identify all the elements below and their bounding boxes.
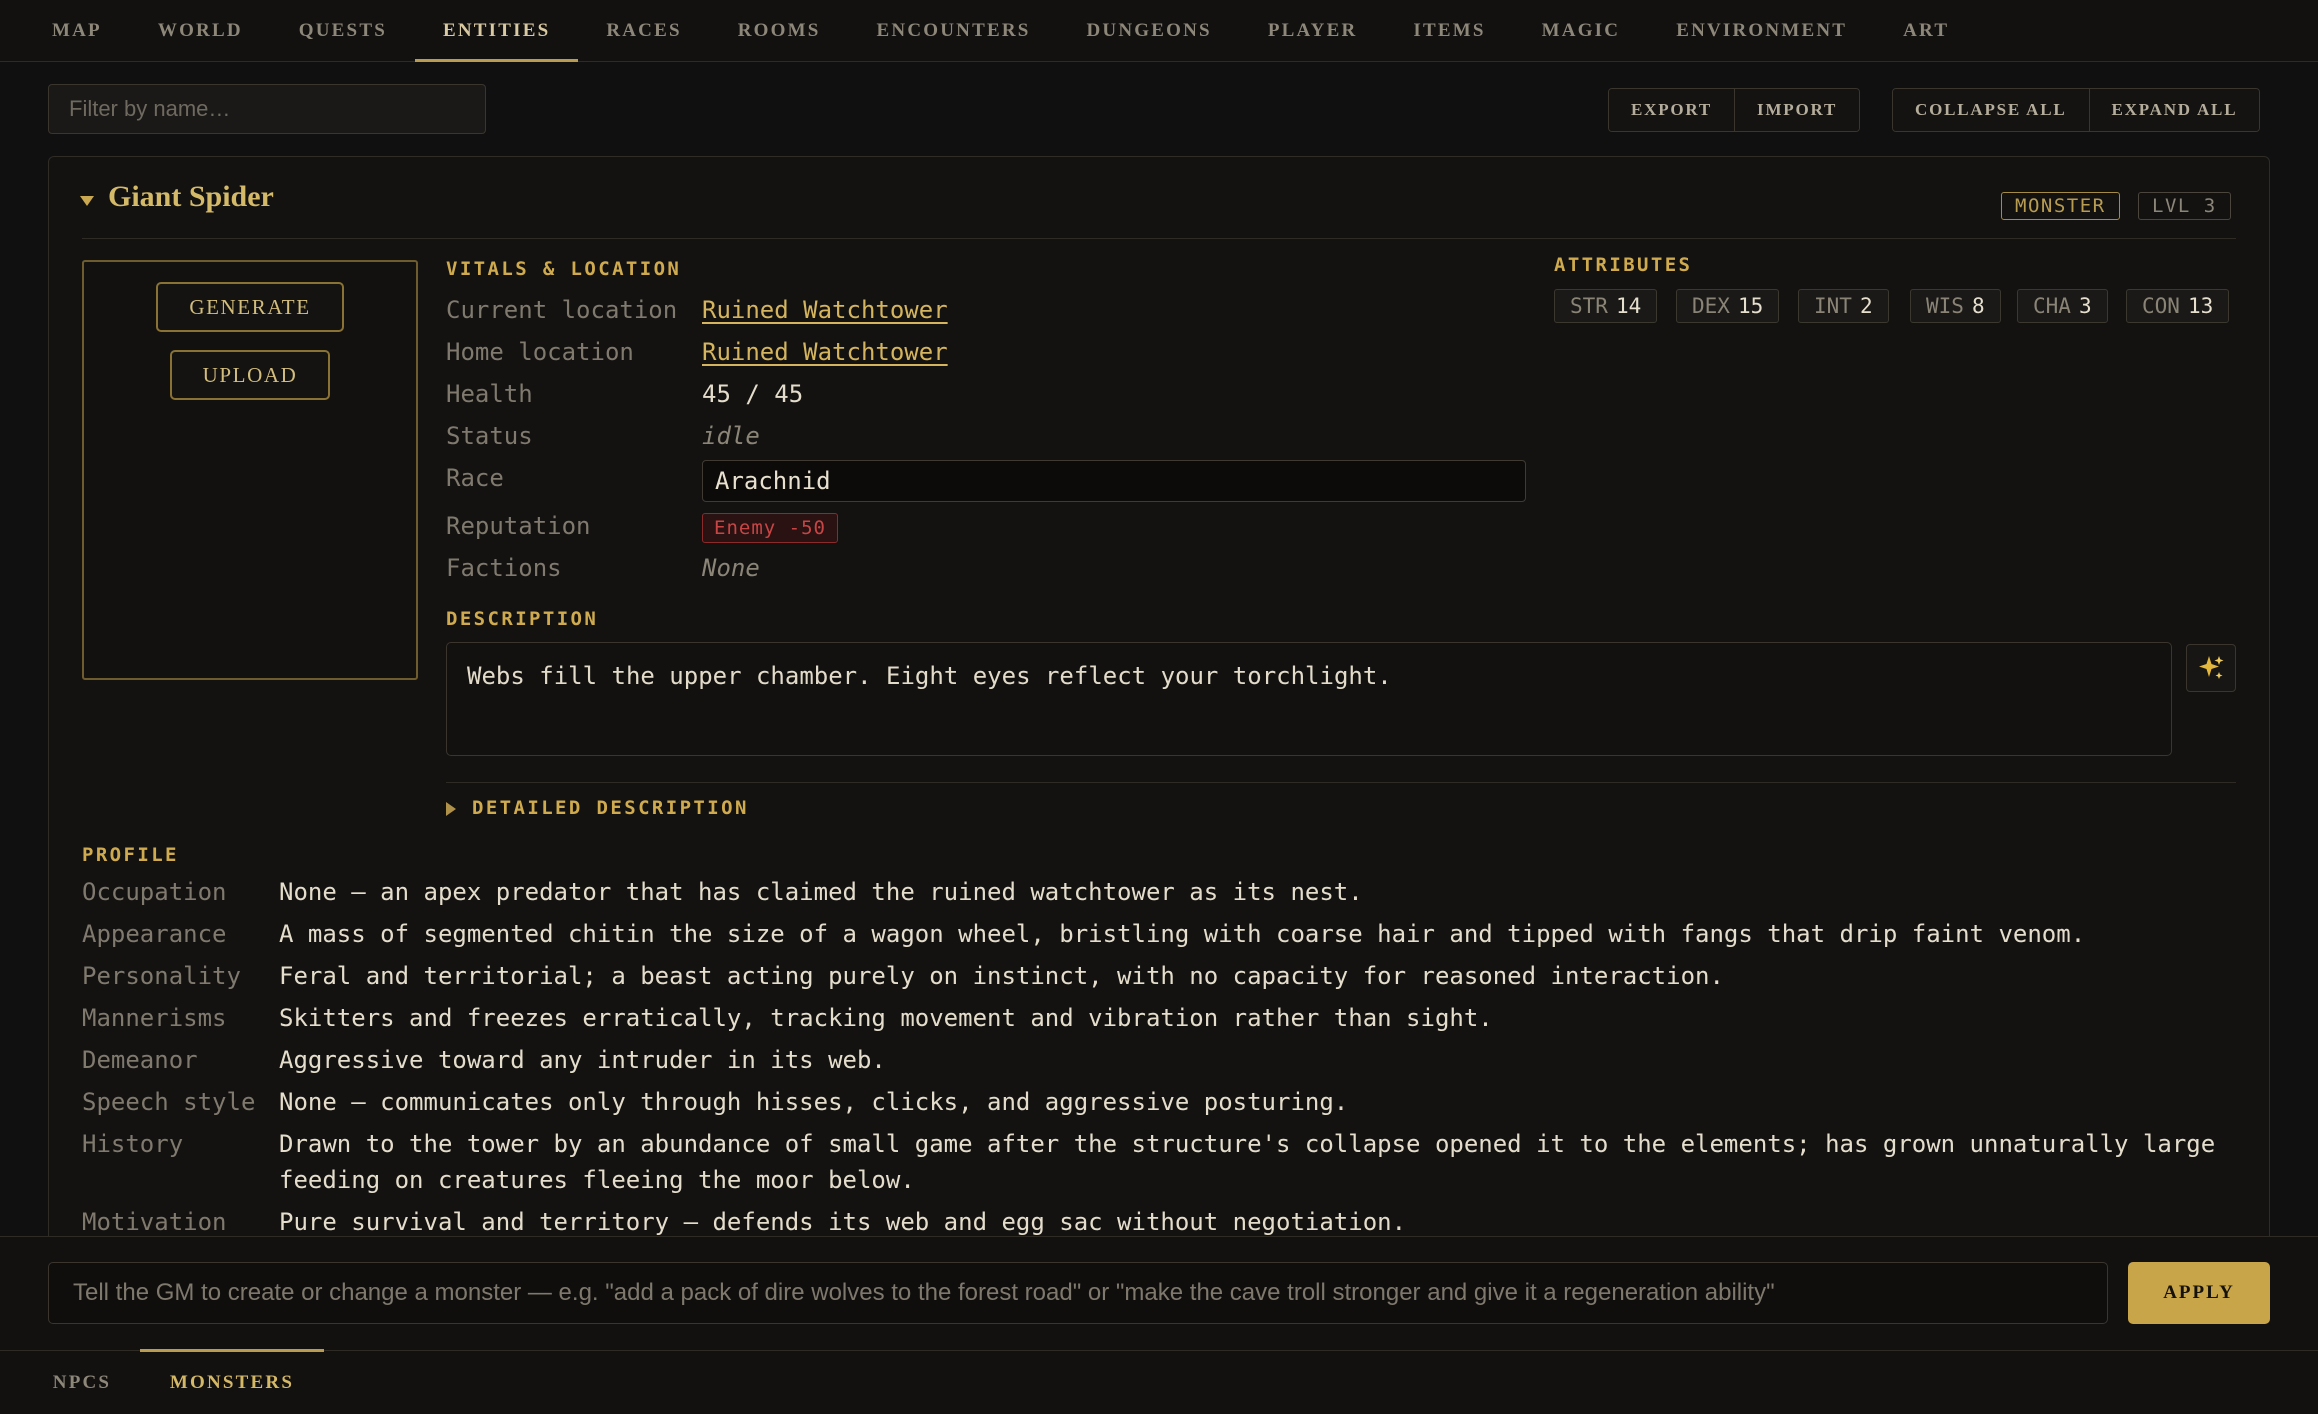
tab-player[interactable]: PLAYER xyxy=(1240,0,1386,61)
race-input[interactable] xyxy=(702,460,1526,502)
attribute-value: 3 xyxy=(2078,294,2092,318)
current-location-link[interactable]: Ruined Watchtower xyxy=(702,296,948,324)
attribute-key: STR xyxy=(1570,294,1608,318)
health-value: 45 / 45 xyxy=(702,380,804,408)
collapse-caret-icon[interactable] xyxy=(80,196,94,206)
expand-all-button[interactable]: EXPAND ALL xyxy=(2088,89,2260,131)
tab-races[interactable]: RACES xyxy=(578,0,709,61)
status-value: idle xyxy=(702,422,760,450)
profile-value: Feral and territorial; a beast acting pu… xyxy=(279,962,1724,990)
tab-world[interactable]: WORLD xyxy=(130,0,271,61)
vitals-heading: VITALS & LOCATION xyxy=(446,258,682,280)
race-label: Race xyxy=(446,464,504,492)
attribute-key: INT xyxy=(1814,294,1852,318)
level-tag: LVL 3 xyxy=(2138,192,2231,220)
profile-value: None — an apex predator that has claimed… xyxy=(279,878,1363,906)
tab-map[interactable]: MAP xyxy=(24,0,130,61)
tab-encounters[interactable]: ENCOUNTERS xyxy=(849,0,1059,61)
attribute-dex: DEX 15 xyxy=(1676,289,1780,323)
health-label: Health xyxy=(446,380,533,408)
collapse-all-button[interactable]: COLLAPSE ALL xyxy=(1893,89,2089,131)
filter-input[interactable] xyxy=(48,84,486,134)
header-divider xyxy=(82,238,2236,239)
description-divider xyxy=(446,782,2236,783)
profile-label: Motivation xyxy=(82,1208,227,1236)
profile-value: Aggressive toward any intruder in its we… xyxy=(279,1046,886,1074)
profile-label: Personality xyxy=(82,962,241,990)
subtab-divider xyxy=(0,1350,2318,1351)
expand-caret-icon[interactable] xyxy=(446,802,456,816)
export-button[interactable]: EXPORT xyxy=(1609,89,1735,131)
profile-value: Skitters and freezes erratically, tracki… xyxy=(279,1004,1493,1032)
generate-button[interactable]: GENERATE xyxy=(156,282,344,332)
factions-value: None xyxy=(702,554,760,582)
subtab-monsters[interactable]: MONSTERS xyxy=(140,1349,324,1414)
tab-environment[interactable]: ENVIRONMENT xyxy=(1648,0,1875,61)
type-tag: MONSTER xyxy=(2001,192,2120,220)
profile-value: None — communicates only through hisses,… xyxy=(279,1088,1349,1116)
attribute-value: 2 xyxy=(1859,294,1873,318)
description-textarea[interactable]: Webs fill the upper chamber. Eight eyes … xyxy=(446,642,2172,756)
home-location-label: Home location xyxy=(446,338,634,366)
attribute-key: CON xyxy=(2142,294,2180,318)
reputation-badge: Enemy -50 xyxy=(702,513,838,543)
profile-label: Appearance xyxy=(82,920,227,948)
status-label: Status xyxy=(446,422,533,450)
attribute-value: 13 xyxy=(2187,294,2214,318)
attributes-heading: ATTRIBUTES xyxy=(1554,254,1693,276)
tab-magic[interactable]: MAGIC xyxy=(1514,0,1649,61)
profile-label: Speech style xyxy=(82,1088,256,1116)
tab-quests[interactable]: QUESTS xyxy=(271,0,415,61)
subtab-npcs[interactable]: NPCS xyxy=(28,1352,136,1414)
profile-value: Pure survival and territory — defends it… xyxy=(279,1208,1407,1236)
current-location-label: Current location xyxy=(446,296,678,324)
tab-items[interactable]: ITEMS xyxy=(1385,0,1513,61)
profile-value: Drawn to the tower by an abundance of sm… xyxy=(279,1130,2216,1194)
profile-label: Occupation xyxy=(82,878,227,906)
attribute-wis: WIS 8 xyxy=(1910,289,2001,323)
entity-name[interactable]: Giant Spider xyxy=(108,180,274,214)
profile-label: History xyxy=(82,1130,184,1158)
home-location-link[interactable]: Ruined Watchtower xyxy=(702,338,948,366)
tab-rooms[interactable]: ROOMS xyxy=(710,0,849,61)
ai-enhance-button[interactable] xyxy=(2186,644,2236,692)
export-import-group: EXPORT IMPORT xyxy=(1608,88,1861,132)
reputation-label: Reputation xyxy=(446,512,591,540)
attribute-value: 15 xyxy=(1737,294,1764,318)
description-heading: DESCRIPTION xyxy=(446,608,599,630)
attribute-cha: CHA 3 xyxy=(2017,289,2108,323)
profile-label: Demeanor xyxy=(82,1046,198,1074)
attribute-key: CHA xyxy=(2033,294,2071,318)
attribute-key: DEX xyxy=(1692,294,1730,318)
tab-entities[interactable]: ENTITIES xyxy=(414,0,579,62)
apply-button[interactable]: APPLY xyxy=(2128,1262,2270,1324)
detailed-description-toggle[interactable]: DETAILED DESCRIPTION xyxy=(472,797,749,819)
sparkles-icon xyxy=(2199,656,2224,679)
top-nav: MAP WORLD QUESTS ENTITIES RACES ROOMS EN… xyxy=(0,0,2318,62)
attribute-con: CON 13 xyxy=(2126,289,2230,323)
import-button[interactable]: IMPORT xyxy=(1734,89,1860,131)
profile-label: Mannerisms xyxy=(82,1004,227,1032)
attribute-str: STR 14 xyxy=(1554,289,1658,323)
tab-dungeons[interactable]: DUNGEONS xyxy=(1059,0,1240,61)
tab-art[interactable]: ART xyxy=(1875,0,1977,61)
attribute-key: WIS xyxy=(1926,294,1964,318)
upload-button[interactable]: UPLOAD xyxy=(170,350,330,400)
gm-command-input[interactable] xyxy=(48,1262,2108,1324)
attribute-value: 8 xyxy=(1971,294,1985,318)
profile-value: A mass of segmented chitin the size of a… xyxy=(279,920,2086,948)
attribute-value: 14 xyxy=(1615,294,1642,318)
collapse-expand-group: COLLAPSE ALL EXPAND ALL xyxy=(1892,88,2261,132)
attribute-int: INT 2 xyxy=(1798,289,1889,323)
factions-label: Factions xyxy=(446,554,562,582)
profile-heading: PROFILE xyxy=(82,844,179,866)
